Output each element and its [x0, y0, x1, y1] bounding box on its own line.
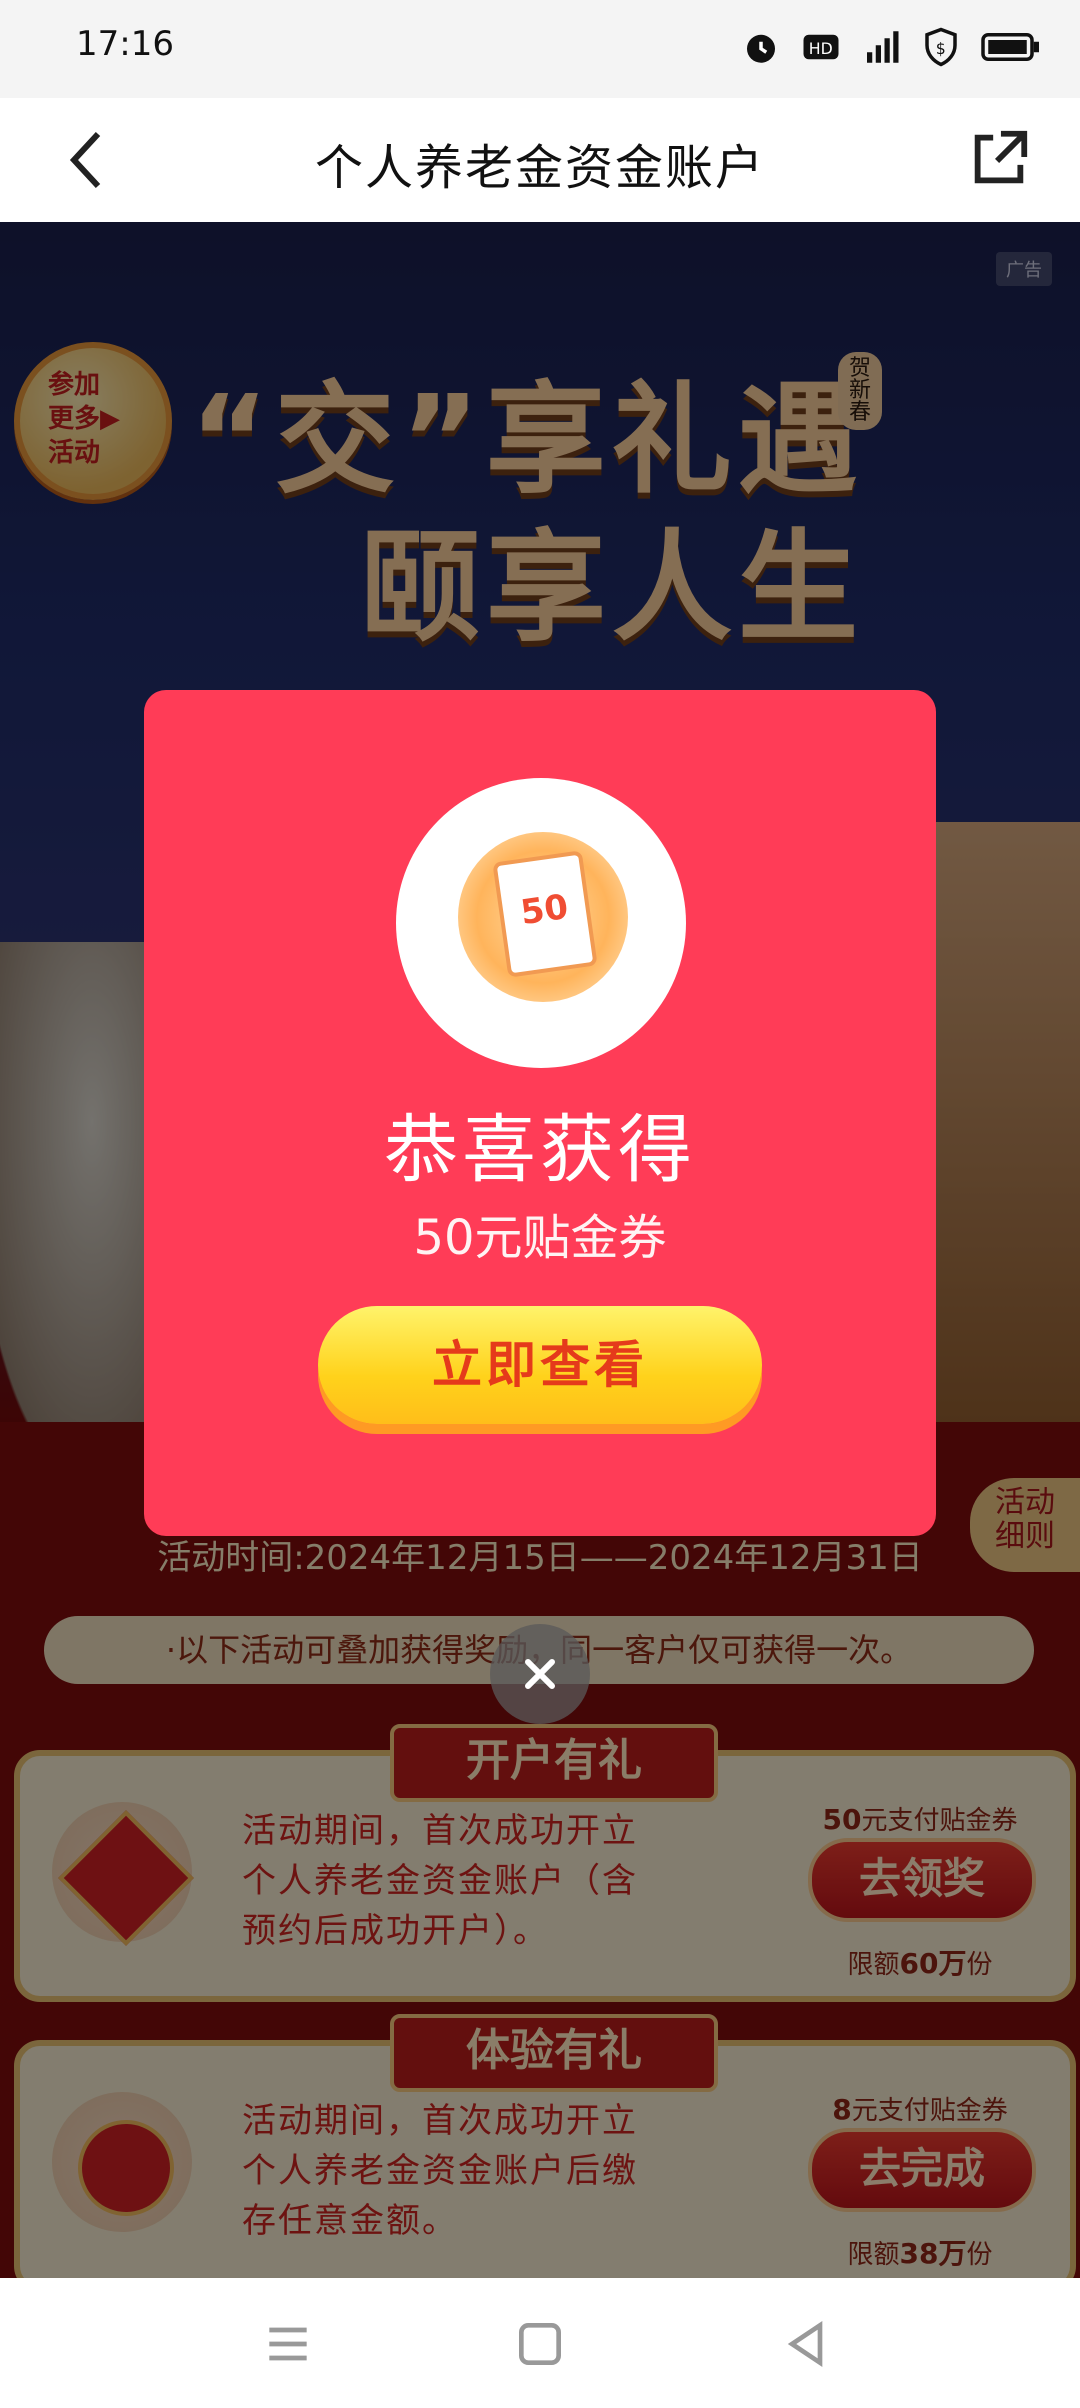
app-header: 个人养老金资金账户: [0, 98, 1080, 223]
popup-title: 恭喜获得: [384, 1107, 696, 1193]
security-shield-icon: $: [925, 27, 957, 67]
system-nav-bar: [0, 2278, 1080, 2408]
svg-text:HD: HD: [809, 39, 833, 58]
battery-icon: [981, 33, 1039, 61]
status-icons: HD $: [740, 26, 1042, 68]
popup-subtitle: 50元贴金券: [413, 1210, 667, 1266]
coupon-ticket-icon: 50: [492, 850, 598, 978]
back-triangle-icon[interactable]: [778, 2316, 834, 2372]
reward-popup: 50 恭喜获得 50元贴金券 立即查看: [144, 690, 936, 1536]
status-bar: 17:16 HD $: [0, 0, 1080, 98]
status-time: 17:16: [76, 24, 174, 64]
coupon-illustration: 50: [396, 778, 686, 1068]
close-icon: [525, 1659, 555, 1689]
alarm-icon: [747, 34, 775, 63]
menu-icon[interactable]: [260, 2316, 316, 2372]
hd-icon: HD: [803, 34, 839, 60]
signal-5g-icon: [867, 31, 899, 63]
page-title: 个人养老金资金账户: [314, 140, 765, 196]
share-icon[interactable]: [966, 126, 1032, 192]
svg-text:$: $: [936, 39, 946, 58]
view-now-button[interactable]: 立即查看: [318, 1306, 762, 1424]
home-square-icon[interactable]: [512, 2316, 568, 2372]
close-popup-button[interactable]: [490, 1624, 590, 1724]
